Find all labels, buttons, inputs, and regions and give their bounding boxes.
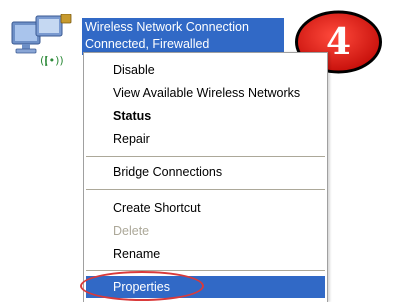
connection-status: Connected, Firewalled [85, 37, 210, 51]
menu-item-rename[interactable]: Rename [86, 243, 325, 265]
menu-item-status[interactable]: Status [86, 105, 325, 127]
menu-item-view-available-wireless-networks[interactable]: View Available Wireless Networks [86, 82, 325, 104]
connection-label[interactable]: Wireless Network Connection Connected, F… [82, 18, 284, 55]
menu-item-bridge-connections[interactable]: Bridge Connections [86, 161, 325, 183]
context-menu: Disable View Available Wireless Networks… [83, 52, 328, 302]
menu-item-delete: Delete [113, 224, 150, 238]
menu-item-disable[interactable]: Disable [86, 59, 325, 81]
menu-separator [86, 156, 325, 157]
menu-item-repair[interactable]: Repair [86, 128, 325, 150]
svg-text:((•)): ((•)) [40, 54, 64, 67]
menu-separator [86, 189, 325, 190]
connection-name: Wireless Network Connection [85, 20, 249, 34]
network-computer-icon[interactable]: ((•)) [10, 10, 78, 70]
highlight-ring [80, 271, 204, 301]
menu-item-create-shortcut[interactable]: Create Shortcut [86, 197, 325, 219]
